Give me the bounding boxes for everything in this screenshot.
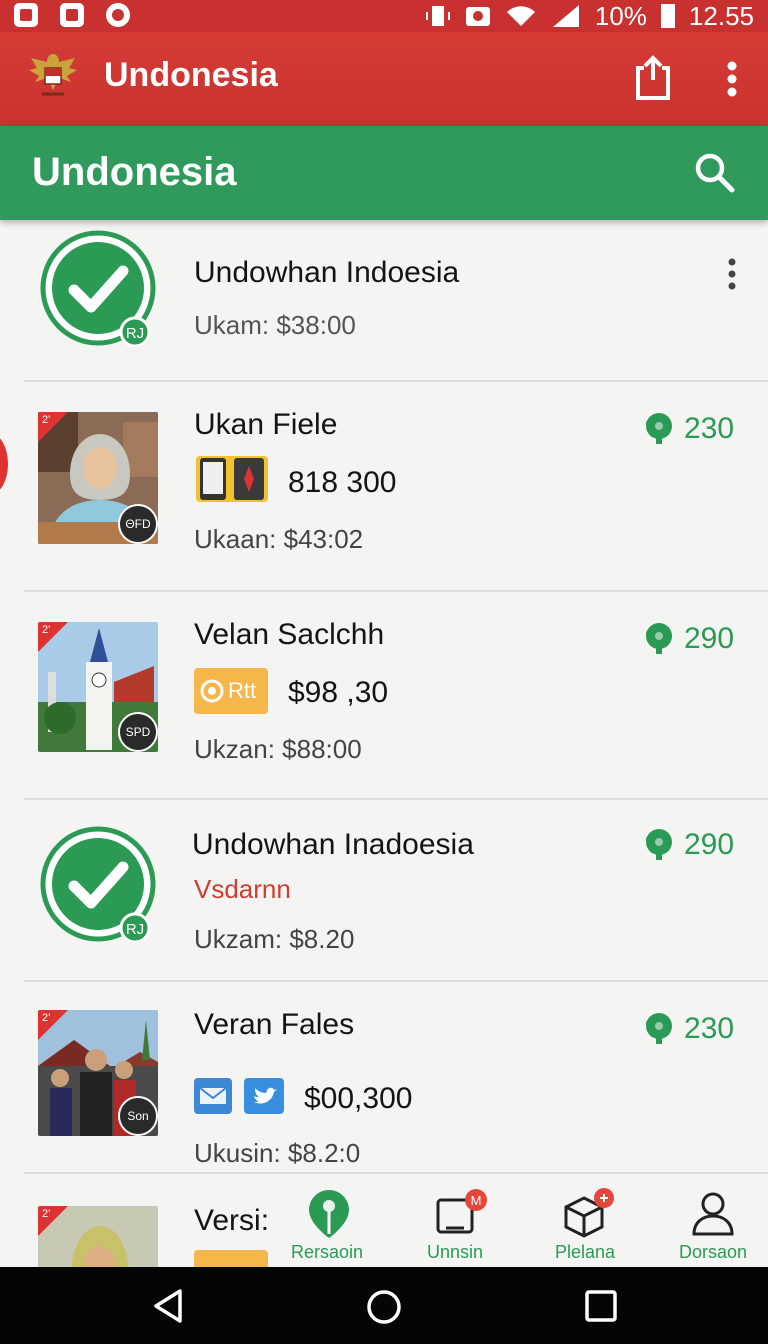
- item-score: 290: [644, 622, 734, 656]
- item-title: Velan Saclchh: [194, 618, 385, 651]
- item-title: Undowhan Inadoesia: [192, 828, 474, 861]
- item-subtitle: Ukaan: $43:02: [194, 524, 364, 554]
- tree-icon: [646, 1013, 672, 1044]
- nav-badge: M: [471, 1193, 482, 1208]
- tree-icon: [646, 623, 672, 654]
- item-title: Veran Fales: [194, 1008, 355, 1041]
- rating-chip: Rtt: [194, 668, 268, 714]
- bottom-navigation: Rersaoin M Unnsin Plelana Dorsaon: [270, 1180, 768, 1267]
- mail-icon: [194, 1078, 232, 1114]
- verified-check-icon: RJ: [40, 826, 156, 942]
- battery-icon: [660, 4, 675, 28]
- app-title: Undonesia: [104, 56, 278, 94]
- item-amount: $98 ,30: [288, 676, 389, 709]
- item-menu-icon[interactable]: [718, 254, 746, 294]
- item-score: 290: [644, 828, 734, 862]
- search-icon[interactable]: [690, 148, 740, 198]
- score-value: 230: [684, 1012, 735, 1045]
- item-list: RJ Undowhan Indoesia Ukam: $38:00 2' ΘFD…: [0, 220, 768, 1267]
- clock: 12.55: [688, 0, 754, 31]
- item-amount: $00,300: [304, 1082, 413, 1115]
- item-photo: 2' SPD: [38, 622, 158, 752]
- list-item[interactable]: 2' Son Veran Fales $00,300 Ukusin: $8.2:…: [0, 982, 768, 1172]
- tree-icon: [646, 413, 672, 444]
- rating-chip: [194, 1250, 268, 1267]
- section-header: Undonesia: [0, 126, 768, 220]
- photo-badge: ΘFD: [118, 504, 158, 544]
- item-subtitle: Ukusin: $8.2:0: [194, 1138, 361, 1168]
- item-tag: Vsdarnn: [194, 874, 291, 904]
- item-subtitle: Ukam: $38:00: [194, 310, 356, 340]
- score-value: 230: [684, 412, 735, 445]
- photo-badge: SPD: [118, 712, 158, 752]
- item-title: Ukan Fiele: [194, 408, 338, 441]
- nav-label: Rersaoin: [290, 1242, 364, 1262]
- home-icon[interactable]: [364, 1287, 404, 1327]
- photo-badge: Son: [118, 1096, 158, 1136]
- twitter-icon: [244, 1078, 284, 1114]
- item-amount: 818 300: [288, 466, 397, 499]
- item-title: Undowhan Indoesia: [194, 256, 460, 289]
- item-score: 230: [644, 1012, 734, 1046]
- item-title: Versi:: [194, 1204, 270, 1237]
- score-value: 290: [684, 828, 735, 861]
- item-photo: 2' Son: [38, 1010, 158, 1136]
- tree-icon: [646, 829, 672, 860]
- camera-icon: [465, 7, 490, 26]
- list-item[interactable]: 2' SPD Velan Saclchh Rtt $98 ,30 Ukzan: …: [0, 592, 768, 798]
- nav-label: Plelana: [554, 1242, 616, 1262]
- profile-icon: [692, 1192, 734, 1236]
- chip-label: Rtt: [228, 678, 257, 703]
- check-badge: RJ: [126, 921, 144, 938]
- item-subtitle: Ukzan: $88:00: [194, 734, 362, 764]
- wifi-icon: [506, 6, 535, 27]
- status-bar: 10% 12.55: [0, 0, 768, 32]
- record-icon: [200, 679, 224, 703]
- share-icon[interactable]: [628, 54, 678, 104]
- tablet-icon: M: [436, 1189, 487, 1234]
- location-pin-icon: [309, 1190, 349, 1238]
- signal-icon: [552, 5, 579, 27]
- list-item[interactable]: 2' ΘFD Ukan Fiele 818 300 Ukaan: $43:02 …: [0, 382, 768, 590]
- package-icon: [564, 1188, 614, 1238]
- nav-label: Dorsaon: [678, 1242, 748, 1262]
- section-title: Undonesia: [32, 150, 237, 194]
- nav-item-unnsin[interactable]: M Unnsin: [400, 1180, 510, 1267]
- nav-item-dorsaon[interactable]: Dorsaon: [658, 1180, 768, 1267]
- item-subtitle: Ukzam: $8.20: [194, 924, 355, 954]
- nav-item-plelana[interactable]: Plelana: [530, 1180, 640, 1267]
- garuda-emblem-icon: [29, 54, 77, 96]
- battery-percent: 10%: [594, 0, 647, 31]
- app-bar: Undonesia: [0, 32, 768, 126]
- nav-item-rersaoin[interactable]: Rersaoin: [272, 1180, 382, 1267]
- overflow-menu-icon[interactable]: [710, 54, 754, 104]
- verified-check-icon: RJ: [40, 230, 156, 346]
- list-item[interactable]: RJ Undowhan Inadoesia Vsdarnn Ukzam: $8.…: [0, 800, 768, 980]
- list-item[interactable]: RJ Undowhan Indoesia Ukam: $38:00: [0, 220, 768, 382]
- vibrate-icon: [425, 6, 450, 26]
- system-navigation-bar: [0, 1267, 768, 1344]
- nav-label: Unnsin: [426, 1242, 484, 1262]
- back-icon[interactable]: [150, 1287, 188, 1325]
- score-value: 290: [684, 622, 735, 655]
- item-photo: 2': [38, 1206, 158, 1267]
- item-photo: 2' ΘFD: [38, 412, 158, 544]
- item-score: 230: [644, 412, 734, 446]
- check-badge: RJ: [126, 325, 144, 342]
- notification-icon: [14, 3, 38, 27]
- notification-icon: [60, 3, 84, 27]
- phone-app-icon: [196, 456, 268, 502]
- notification-icon: [106, 3, 130, 27]
- recents-icon[interactable]: [584, 1289, 618, 1323]
